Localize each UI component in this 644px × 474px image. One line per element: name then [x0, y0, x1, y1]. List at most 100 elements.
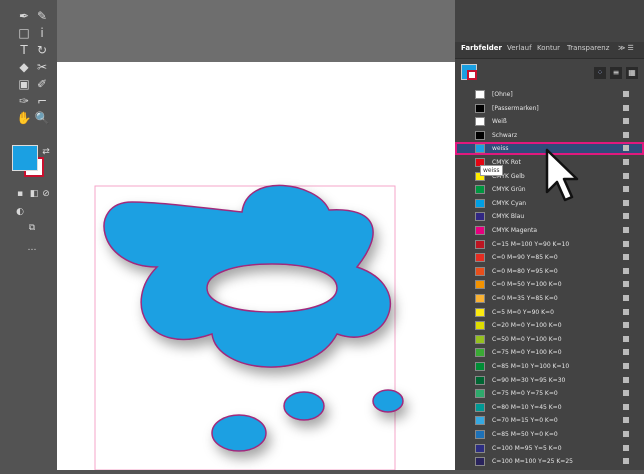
- process-color-icon: [623, 403, 629, 410]
- process-color-icon: [623, 335, 629, 342]
- stroke-mini-icon[interactable]: [467, 70, 477, 80]
- swatch-name: C=90 M=30 Y=95 K=30: [492, 376, 566, 384]
- process-color-icon: [623, 444, 629, 451]
- swatch-row[interactable]: C=100 M=100 Y=25 K=25: [455, 455, 644, 468]
- swatch-row[interactable]: Weiß: [455, 115, 644, 128]
- panel-tab-bar: Farbfelder Verlauf Kontur Transparenz ≫ …: [455, 42, 644, 59]
- none-color-icon[interactable]: ⊘: [38, 188, 54, 201]
- swap-colors-icon[interactable]: ⇄: [38, 146, 54, 159]
- tab-verlauf[interactable]: Verlauf: [507, 44, 532, 52]
- swatch-row[interactable]: C=50 M=0 Y=100 K=0: [455, 333, 644, 346]
- swatch-color-chip: [475, 212, 485, 222]
- swatch-color-chip: [475, 226, 485, 235]
- swatch-color-chip: [475, 334, 485, 344]
- more-tools-icon[interactable]: …: [24, 242, 40, 255]
- tools-panel: ✒ ✎ □ ⅰ T ↻ ◆ ✂ ▣ ✐ ✑ ⌐ ✋ 🔍 ⇄ ▪ ◧ ⊘ ◐ ⧉…: [0, 0, 57, 470]
- pencil-icon[interactable]: ✎: [34, 10, 50, 23]
- eyedropper-icon[interactable]: ✐: [34, 78, 50, 91]
- swatch-color-chip: [475, 389, 485, 399]
- swatch-row[interactable]: CMYK Magenta: [455, 224, 644, 237]
- process-color-icon: [623, 295, 629, 301]
- swatch-name: C=85 M=50 Y=0 K=0: [492, 431, 558, 438]
- eraser-icon[interactable]: ◆: [16, 61, 32, 74]
- swatch-color-chip: [475, 103, 485, 113]
- tab-transparenz[interactable]: Transparenz: [567, 44, 609, 52]
- swatch-name: CMYK Blau: [492, 213, 525, 221]
- swatch-name: C=75 M=0 Y=75 K=0: [492, 390, 558, 398]
- swatch-row[interactable]: C=0 M=35 Y=85 K=0: [455, 292, 644, 305]
- swatch-row[interactable]: C=90 M=30 Y=95 K=30: [455, 374, 644, 387]
- draw-mode-icon[interactable]: ◐: [12, 206, 28, 219]
- type-icon[interactable]: T: [16, 44, 32, 57]
- swatch-name: Schwarz: [492, 131, 518, 139]
- swatch-row[interactable]: C=80 M=10 Y=45 K=0: [455, 401, 644, 414]
- process-color-icon: [623, 118, 629, 125]
- swatch-color-chip: [475, 307, 485, 317]
- process-color-icon: [623, 91, 629, 97]
- process-color-icon: [623, 172, 629, 179]
- rectangle-icon[interactable]: □: [16, 27, 32, 40]
- zoom-icon[interactable]: 🔍: [34, 112, 50, 125]
- fill-swatch[interactable]: [12, 145, 38, 171]
- grid-view-icon[interactable]: ⁘: [594, 67, 606, 79]
- swatch-row[interactable]: C=70 M=15 Y=0 K=0: [455, 414, 644, 427]
- swatch-name: C=5 M=0 Y=90 K=0: [492, 308, 554, 316]
- swatch-color-chip: [475, 185, 485, 195]
- pen-icon[interactable]: ✒: [16, 10, 32, 23]
- panel-menu-icon[interactable]: ≫ ☰: [618, 44, 634, 52]
- swatch-name: C=75 M=0 Y=100 K=0: [492, 349, 562, 357]
- swatch-row[interactable]: [Passermarken]: [455, 102, 644, 115]
- swatch-row[interactable]: C=85 M=10 Y=100 K=10: [455, 360, 644, 373]
- scissors-icon[interactable]: ✂: [34, 61, 50, 74]
- mouse-cursor-icon: [545, 148, 579, 202]
- flower-artwork[interactable]: [57, 62, 455, 471]
- swatch-row[interactable]: [Ohne]: [455, 88, 644, 101]
- swatch-name: [Ohne]: [492, 91, 513, 98]
- drop-medium[interactable]: [283, 391, 325, 421]
- swatch-name: C=80 M=10 Y=45 K=0: [492, 403, 562, 411]
- hand-icon[interactable]: ✋: [16, 112, 32, 125]
- process-color-icon: [623, 322, 629, 329]
- swatch-row[interactable]: C=0 M=90 Y=85 K=0: [455, 251, 644, 264]
- process-color-icon: [623, 308, 629, 315]
- swatch-row[interactable]: C=15 M=100 Y=90 K=10: [455, 238, 644, 251]
- swatch-name: C=85 M=10 Y=100 K=10: [492, 363, 570, 370]
- swatch-name: C=70 M=15 Y=0 K=0: [492, 417, 558, 425]
- swatch-row[interactable]: C=85 M=50 Y=0 K=0: [455, 428, 644, 441]
- swatch-row[interactable]: C=100 M=95 Y=5 K=0: [455, 442, 644, 455]
- drop-large[interactable]: [211, 414, 267, 452]
- rotate-icon[interactable]: ↻: [34, 44, 50, 57]
- view-icons[interactable]: ⁘ ≡ ▦: [594, 67, 640, 79]
- blend-icon[interactable]: ✑: [16, 95, 32, 108]
- process-color-icon: [623, 376, 629, 383]
- direct-select-icon[interactable]: ⌐: [34, 95, 50, 108]
- tab-farbfelder[interactable]: Farbfelder: [461, 44, 502, 52]
- screen-mode-icon[interactable]: ⧉: [24, 222, 40, 235]
- swatch-name: C=0 M=80 Y=95 K=0: [492, 267, 558, 275]
- brush-icon[interactable]: ⅰ: [34, 27, 50, 40]
- swatch-name: Weiß: [492, 118, 507, 126]
- artboard: [57, 62, 455, 471]
- tab-kontur[interactable]: Kontur: [537, 44, 560, 52]
- swatch-color-chip: [475, 375, 485, 385]
- swatch-row[interactable]: CMYK Blau: [455, 210, 644, 223]
- swatch-name: CMYK Grün: [492, 186, 526, 194]
- swatch-color-chip: [475, 416, 485, 426]
- swatch-row[interactable]: C=75 M=0 Y=100 K=0: [455, 346, 644, 359]
- gradient-icon[interactable]: ▣: [16, 78, 32, 91]
- list-view-icon[interactable]: ≡: [610, 67, 622, 79]
- swatch-row[interactable]: C=75 M=0 Y=75 K=0: [455, 387, 644, 400]
- swatch-name: C=100 M=100 Y=25 K=25: [492, 458, 573, 466]
- swatch-name: C=0 M=35 Y=85 K=0: [492, 295, 558, 302]
- drop-small[interactable]: [372, 389, 404, 413]
- swatch-row[interactable]: C=0 M=50 Y=100 K=0: [455, 278, 644, 291]
- large-view-icon[interactable]: ▦: [626, 67, 638, 79]
- swatch-row[interactable]: C=5 M=0 Y=90 K=0: [455, 306, 644, 319]
- swatch-row[interactable]: C=20 M=0 Y=100 K=0: [455, 319, 644, 332]
- process-color-icon: [623, 417, 629, 424]
- swatch-name: C=100 M=95 Y=5 K=0: [492, 444, 562, 452]
- flower-shape[interactable]: [103, 184, 391, 368]
- swatch-row[interactable]: C=0 M=80 Y=95 K=0: [455, 265, 644, 278]
- swatch-row[interactable]: Schwarz: [455, 129, 644, 142]
- swatch-name: C=20 M=0 Y=100 K=0: [492, 322, 562, 330]
